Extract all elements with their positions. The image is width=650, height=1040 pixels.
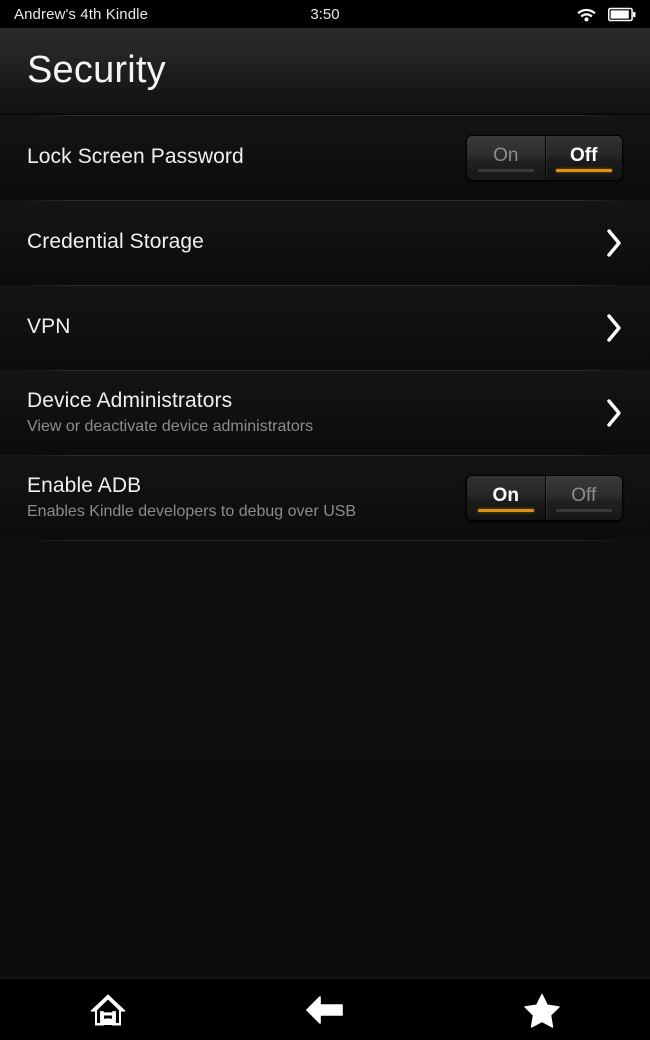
toggle-underline <box>555 508 612 512</box>
row-text: Credential Storage <box>27 230 589 254</box>
chevron-right-icon[interactable] <box>605 398 623 428</box>
toggle-underline <box>477 168 534 172</box>
toggle-off-label: Off <box>571 484 597 506</box>
toggle-underline-selected <box>555 168 612 172</box>
page-header: Security <box>0 28 650 115</box>
content-empty-area <box>0 759 650 978</box>
home-icon <box>89 992 127 1028</box>
row-accessory: On Off <box>466 134 623 181</box>
setting-row-lock-screen-password[interactable]: Lock Screen Password On Off <box>0 115 650 200</box>
setting-title: VPN <box>27 315 71 339</box>
setting-row-enable-adb[interactable]: Enable ADB Enables Kindle developers to … <box>0 455 650 540</box>
setting-subtitle: View or deactivate device administrators <box>27 417 314 435</box>
setting-row-vpn[interactable]: VPN <box>0 285 650 370</box>
setting-row-credential-storage[interactable]: Credential Storage <box>0 200 650 285</box>
setting-title: Enable ADB <box>27 473 142 497</box>
row-accessory <box>605 228 623 258</box>
row-text: Device Administrators View or deactivate… <box>27 389 589 437</box>
wifi-icon <box>576 6 597 22</box>
list-end-divider <box>0 540 650 541</box>
toggle-underline-selected <box>477 508 534 512</box>
row-text: Lock Screen Password <box>27 145 450 169</box>
row-text: VPN <box>27 315 589 339</box>
setting-row-device-administrators[interactable]: Device Administrators View or deactivate… <box>0 370 650 455</box>
bottom-navigation-bar <box>0 978 650 1040</box>
setting-title: Lock Screen Password <box>27 145 244 169</box>
star-icon <box>523 992 561 1028</box>
toggle-option-on[interactable]: On <box>467 475 545 520</box>
status-bar: Andrew's 4th Kindle 3:50 <box>0 0 650 28</box>
toggle-off-label: Off <box>570 144 598 166</box>
kindle-screen: Andrew's 4th Kindle 3:50 Security Lock S… <box>0 0 650 1040</box>
row-text: Enable ADB Enables Kindle developers to … <box>27 474 450 522</box>
status-indicators <box>576 6 636 22</box>
row-accessory: On Off <box>466 474 623 521</box>
row-accessory <box>605 398 623 428</box>
back-arrow-icon <box>305 994 345 1026</box>
lock-screen-password-toggle[interactable]: On Off <box>466 134 623 181</box>
device-name-label: Andrew's 4th Kindle <box>14 5 149 23</box>
row-accessory <box>605 313 623 343</box>
setting-title: Device Administrators <box>27 388 233 412</box>
battery-icon <box>608 7 636 22</box>
setting-subtitle: Enables Kindle developers to debug over … <box>27 502 357 520</box>
nav-home-button[interactable] <box>0 979 217 1040</box>
toggle-on-label: On <box>492 484 519 506</box>
nav-favorites-button[interactable] <box>433 979 650 1040</box>
toggle-option-off[interactable]: Off <box>544 475 622 520</box>
toggle-option-off[interactable]: Off <box>544 135 622 180</box>
chevron-right-icon[interactable] <box>605 228 623 258</box>
setting-title: Credential Storage <box>27 230 204 254</box>
settings-list: Lock Screen Password On Off Credential S… <box>0 115 650 760</box>
nav-back-button[interactable] <box>217 979 434 1040</box>
toggle-option-on[interactable]: On <box>467 135 545 180</box>
chevron-right-icon[interactable] <box>605 313 623 343</box>
page-title: Security <box>27 48 166 91</box>
toggle-on-label: On <box>493 144 519 166</box>
enable-adb-toggle[interactable]: On Off <box>466 474 623 521</box>
